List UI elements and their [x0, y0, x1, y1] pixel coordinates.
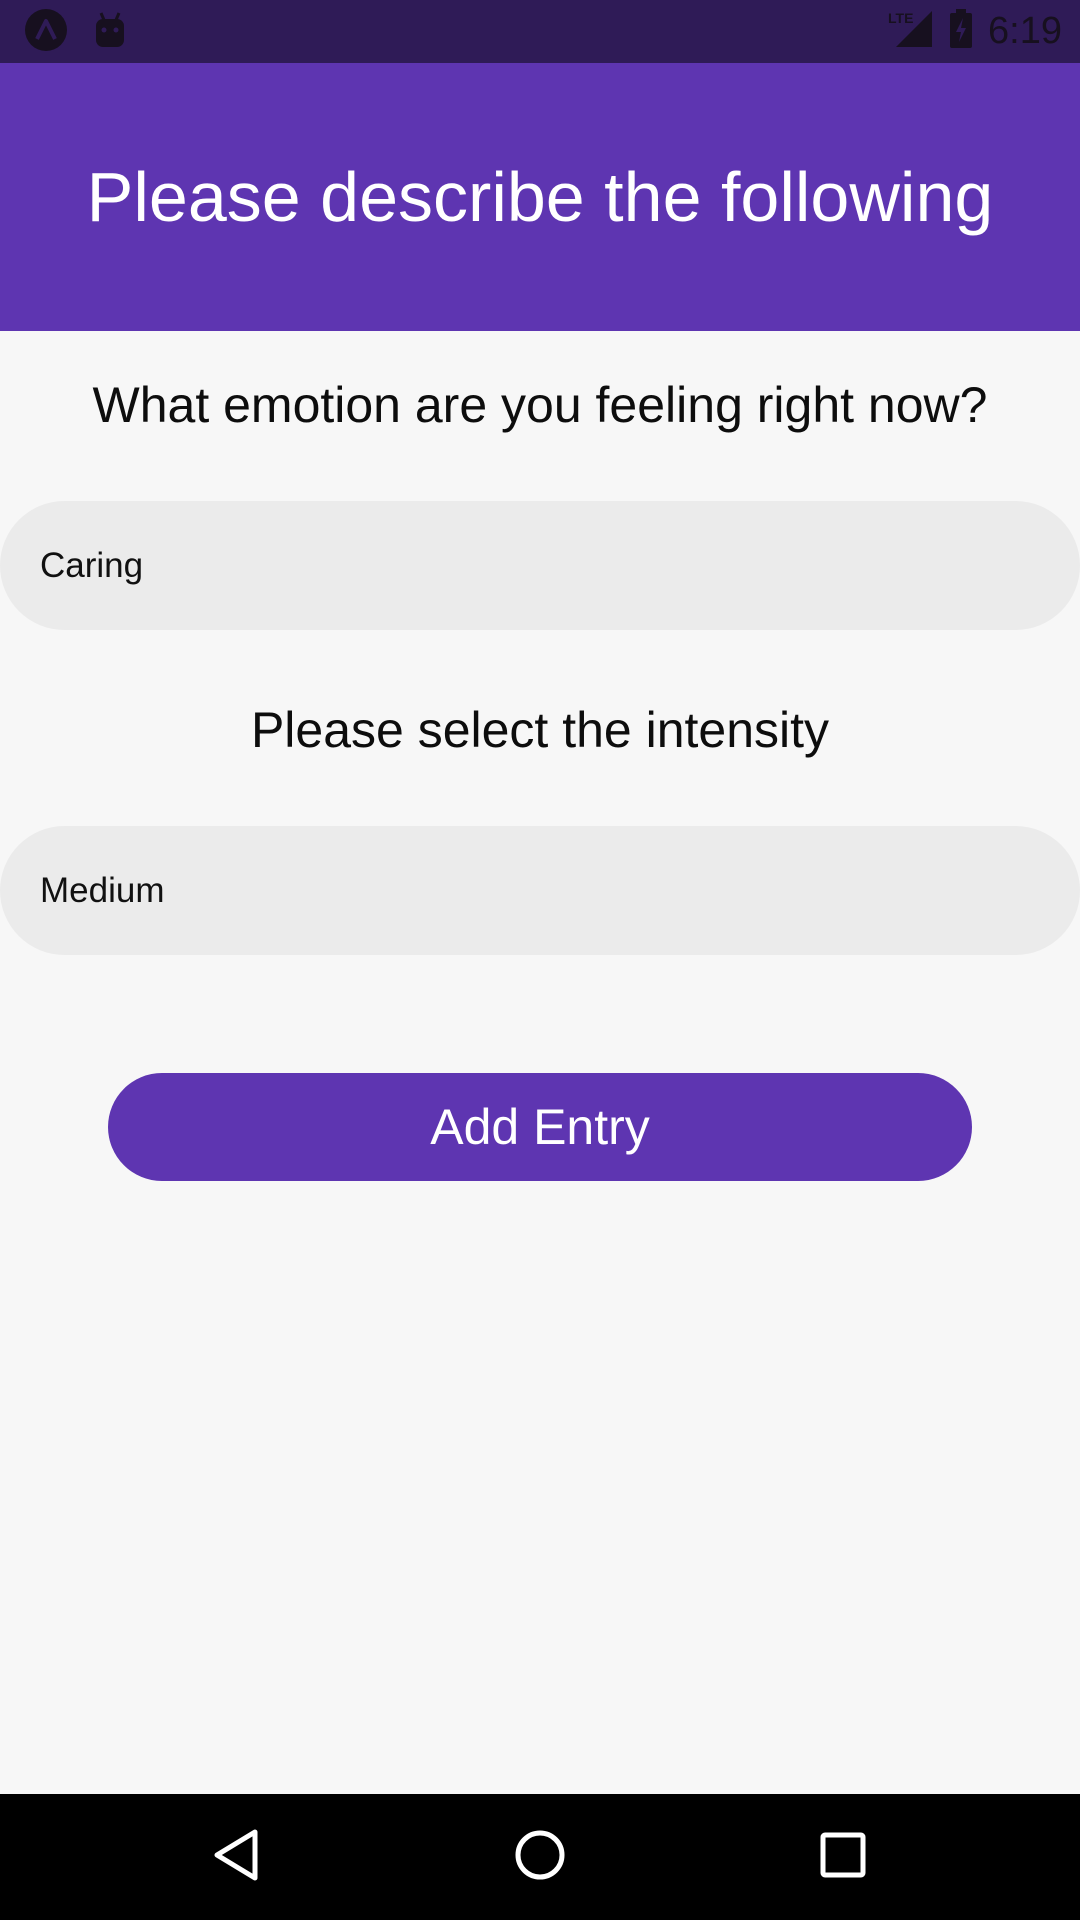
app-logo-icon: [24, 8, 68, 57]
back-icon: [212, 1828, 260, 1887]
intensity-question: Please select the intensity: [250, 702, 830, 758]
recents-button[interactable]: [808, 1822, 878, 1892]
intensity-select[interactable]: Medium: [0, 826, 1080, 955]
intensity-select-value: Medium: [40, 870, 165, 910]
android-debug-icon: [92, 10, 128, 55]
add-entry-button[interactable]: Add Entry: [108, 1073, 972, 1181]
home-button[interactable]: [505, 1822, 575, 1892]
status-right-icons: LTE 6:19: [888, 8, 1062, 54]
navigation-bar: [0, 1794, 1080, 1920]
emotion-question: What emotion are you feeling right now?: [92, 377, 988, 433]
add-entry-button-label: Add Entry: [430, 1099, 650, 1155]
status-left-icons: [24, 8, 128, 57]
back-button[interactable]: [201, 1822, 271, 1892]
status-bar: LTE 6:19: [0, 0, 1080, 63]
status-time: 6:19: [988, 10, 1062, 52]
emotion-select[interactable]: Caring: [0, 501, 1080, 630]
page-title: Please describe the following: [86, 158, 994, 236]
network-type-label: LTE: [888, 10, 913, 26]
header-bar: Please describe the following: [0, 63, 1080, 331]
recents-icon: [819, 1831, 867, 1884]
cellular-signal-icon: LTE: [888, 9, 934, 54]
home-icon: [513, 1828, 567, 1887]
battery-charging-icon: [948, 8, 974, 54]
emotion-select-value: Caring: [40, 545, 144, 585]
